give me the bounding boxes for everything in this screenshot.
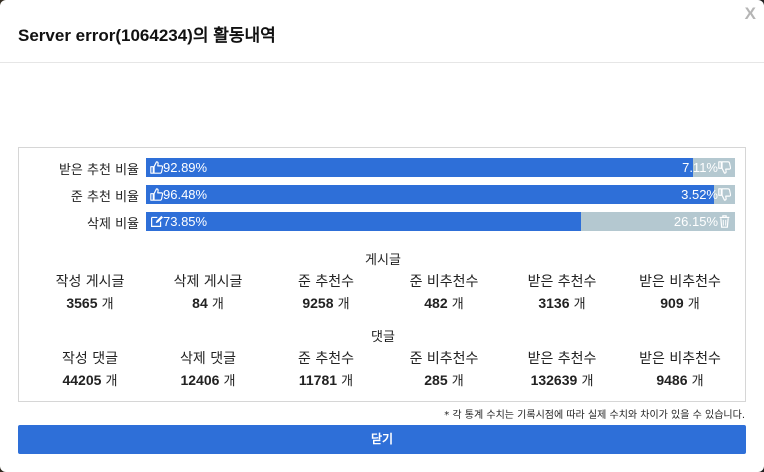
stat-cell: 준 추천수 9258 개 <box>267 271 385 312</box>
stat-value: 482 <box>424 295 448 311</box>
ratio-label: 준 추천 비율 <box>70 190 139 205</box>
stat-cell: 삭제 댓글 12406 개 <box>149 348 267 389</box>
ratio-label: 삭제 비율 <box>87 217 139 232</box>
stat-unit: 개 <box>105 374 118 389</box>
ratio-bar: 92.89% 7.11% <box>146 158 735 177</box>
stat-label: 받은 추천수 <box>527 274 597 290</box>
stat-cell: 받은 비추천수 909 개 <box>621 271 739 312</box>
stat-value: 44205 <box>62 372 102 388</box>
ratio-positive-value: 92.89% <box>163 160 208 175</box>
stat-unit: 개 <box>223 374 236 389</box>
stat-unit: 개 <box>341 374 354 389</box>
ratio-bar: 73.85% 26.15% <box>146 212 735 231</box>
stat-value: 3565 <box>66 295 98 311</box>
ratio-bar-fill <box>146 158 694 177</box>
stat-unit: 개 <box>451 374 464 389</box>
modal-title: Server error(1064234)의 활동내역 <box>18 26 276 45</box>
ratio-row-given: 준 추천 비율 96.48% 3.52% <box>19 185 747 205</box>
header-divider <box>0 62 764 63</box>
stat-value: 9258 <box>302 295 334 311</box>
stats-footnote: * 각 통계 수치는 기록시점에 따라 실제 수치와 차이가 있을 수 있습니다… <box>444 410 745 421</box>
stat-unit: 개 <box>687 297 700 312</box>
close-confirm-button[interactable]: 닫기 <box>18 425 746 454</box>
stat-label: 삭제 게시글 <box>173 274 243 290</box>
stat-value: 12406 <box>180 372 220 388</box>
ratio-label: 받은 추천 비율 <box>58 163 139 178</box>
ratio-negative-value: 7.11% <box>682 160 718 175</box>
ratio-row-deleted: 삭제 비율 73.85% 26.15% <box>19 212 747 232</box>
edit-icon <box>150 215 163 228</box>
ratio-bar-fill <box>146 185 715 204</box>
stat-value: 11781 <box>298 372 338 388</box>
stat-label: 준 추천수 <box>298 274 354 290</box>
thumbs-down-icon <box>718 188 731 201</box>
stat-value: 132639 <box>530 372 578 388</box>
stat-value: 3136 <box>538 295 570 311</box>
ratio-row-received: 받은 추천 비율 92.89% 7.11% <box>19 158 747 178</box>
stat-label: 받은 비추천수 <box>639 351 721 367</box>
stats-panel: 받은 추천 비율 92.89% 7.11% 준 추천 비율 96.48% 3.5… <box>18 147 746 402</box>
thumbs-down-icon <box>718 161 731 174</box>
comments-section-title: 댓글 <box>371 330 395 345</box>
posts-section-title: 게시글 <box>365 253 401 268</box>
stat-label: 작성 게시글 <box>55 274 125 290</box>
stat-label: 준 추천수 <box>298 351 354 367</box>
modal-header: Server error(1064234)의 활동내역 X <box>0 0 764 62</box>
stat-value: 909 <box>660 295 684 311</box>
close-button[interactable]: X <box>745 4 756 24</box>
stat-cell: 작성 게시글 3565 개 <box>31 271 149 312</box>
stat-label: 준 비추천수 <box>409 351 479 367</box>
posts-stats-grid: 작성 게시글 3565 개 삭제 게시글 84 개 준 추천수 9258 개 준… <box>31 271 739 312</box>
ratio-negative-value: 3.52% <box>681 187 718 202</box>
stat-label: 작성 댓글 <box>62 351 118 367</box>
stat-cell: 작성 댓글 44205 개 <box>31 348 149 389</box>
stat-label: 삭제 댓글 <box>180 351 236 367</box>
ratio-positive-value: 73.85% <box>163 214 208 229</box>
stat-unit: 개 <box>451 297 464 312</box>
stat-unit: 개 <box>691 374 704 389</box>
ratio-negative-value: 26.15% <box>673 214 718 229</box>
stat-value: 9486 <box>656 372 688 388</box>
stat-unit: 개 <box>101 297 114 312</box>
stat-cell: 준 추천수 11781 개 <box>267 348 385 389</box>
stat-unit: 개 <box>573 297 586 312</box>
stat-label: 준 비추천수 <box>409 274 479 290</box>
stat-value: 285 <box>424 372 448 388</box>
stat-label: 받은 추천수 <box>527 351 597 367</box>
stat-value: 84 <box>192 295 208 311</box>
stat-unit: 개 <box>337 297 350 312</box>
ratio-bar-fill <box>146 212 581 231</box>
stat-cell: 받은 추천수 132639 개 <box>503 348 621 389</box>
stat-unit: 개 <box>211 297 224 312</box>
comments-stats-grid: 작성 댓글 44205 개 삭제 댓글 12406 개 준 추천수 11781 … <box>31 348 739 389</box>
thumbs-up-icon <box>150 161 163 174</box>
stat-cell: 삭제 게시글 84 개 <box>149 271 267 312</box>
stat-unit: 개 <box>581 374 594 389</box>
stat-cell: 받은 추천수 3136 개 <box>503 271 621 312</box>
trash-icon <box>718 215 731 228</box>
stat-cell: 받은 비추천수 9486 개 <box>621 348 739 389</box>
stat-cell: 준 비추천수 285 개 <box>385 348 503 389</box>
activity-modal: Server error(1064234)의 활동내역 X 받은 추천 비율 9… <box>0 0 764 472</box>
ratio-positive-value: 96.48% <box>163 187 208 202</box>
ratio-bar: 96.48% 3.52% <box>146 185 735 204</box>
stat-label: 받은 비추천수 <box>639 274 721 290</box>
stat-cell: 준 비추천수 482 개 <box>385 271 503 312</box>
thumbs-up-icon <box>150 188 163 201</box>
